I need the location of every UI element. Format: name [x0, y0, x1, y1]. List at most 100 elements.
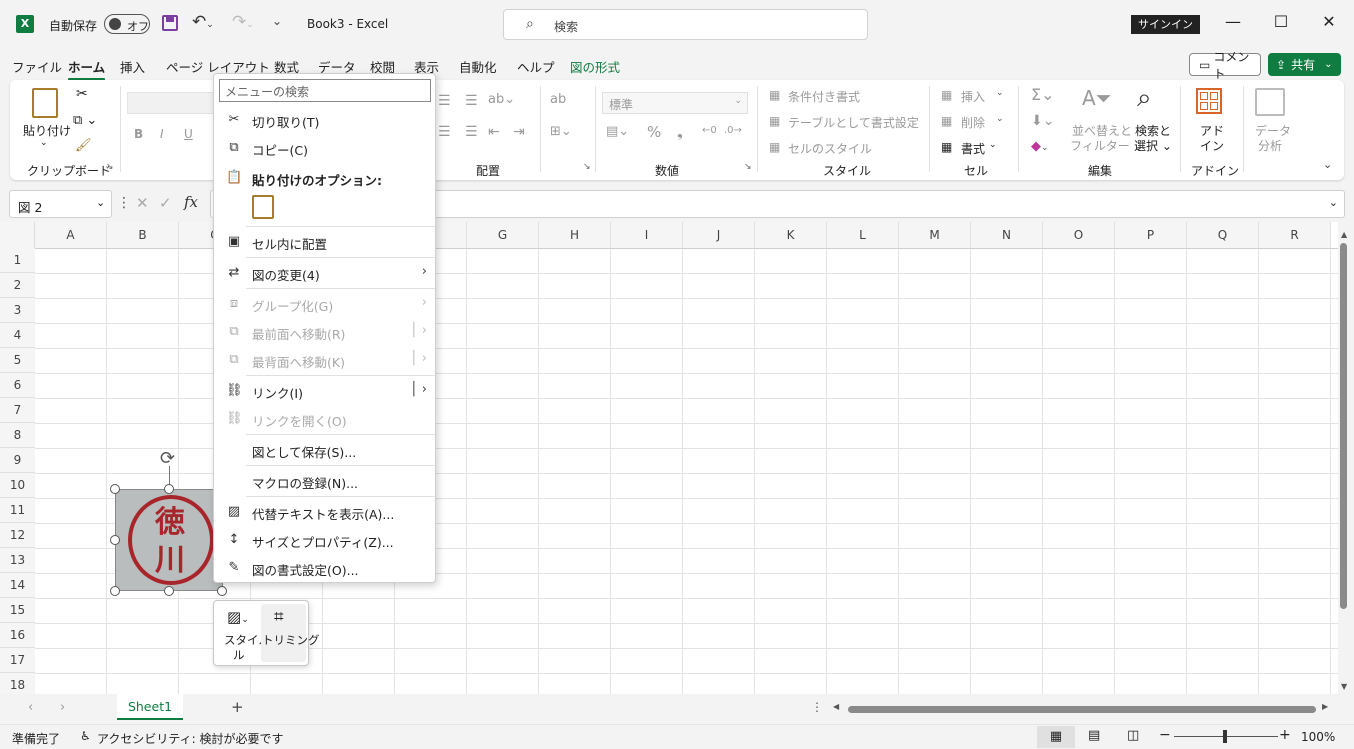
tab-file[interactable]: ファイル	[12, 57, 62, 76]
share-button[interactable]: ⇪ 共有 ⌄	[1268, 53, 1341, 76]
number-launcher-icon[interactable]: ↘	[744, 162, 752, 172]
format-cells-icon[interactable]: ▦	[941, 140, 952, 154]
resize-handle[interactable]	[110, 586, 120, 596]
tab-insert[interactable]: 挿入	[120, 57, 145, 76]
row-header[interactable]: 13	[0, 548, 35, 573]
style-button[interactable]: ▨⌄ スタイル ル	[217, 604, 270, 662]
menu-item-change-picture[interactable]: ⇄ 図の変更(4) ›	[214, 260, 435, 286]
sheet-tab-sheet1[interactable]: Sheet1	[117, 694, 183, 720]
menu-item-send-back[interactable]: ⧉ 最背面へ移動(K) │ ›	[214, 347, 435, 373]
menu-item-cut[interactable]: ✂ 切り取り(T)	[214, 107, 435, 133]
indent-increase-icon[interactable]: ⇥	[513, 124, 525, 140]
align-right-icon[interactable]: ☰	[465, 124, 478, 140]
resize-handle[interactable]	[164, 484, 174, 494]
conditional-formatting-icon[interactable]: ▦	[769, 88, 780, 102]
currency-icon[interactable]: ▤⌄	[606, 124, 629, 139]
number-format-select[interactable]: 標準 ⌄	[602, 92, 748, 114]
increase-decimal-icon[interactable]: ←0	[702, 125, 717, 136]
zoom-in-icon[interactable]: +	[1279, 727, 1291, 743]
column-header[interactable]: O	[1043, 222, 1115, 248]
delete-cells-label[interactable]: 削除	[961, 114, 985, 131]
sheet-prev-icon[interactable]: ‹	[28, 700, 33, 715]
merge-center-icon[interactable]: ⊞⌄	[550, 124, 572, 139]
row-header[interactable]: 3	[0, 298, 35, 323]
decrease-decimal-icon[interactable]: .0→	[724, 125, 742, 136]
search-box[interactable]: ⌕ 検索	[503, 9, 868, 40]
row-header[interactable]: 15	[0, 598, 35, 623]
signin-button[interactable]: サインイン	[1131, 15, 1200, 34]
scroll-right-icon[interactable]: ▶	[1322, 702, 1328, 711]
row-header[interactable]: 16	[0, 623, 35, 648]
menu-item-save-as-picture[interactable]: 図として保存(S)...	[214, 437, 435, 463]
data-analysis-label-2[interactable]: 分析	[1258, 137, 1282, 154]
spreadsheet-grid[interactable]: ABCDEFGHIJKLMNOPQR 123456789101112131415…	[0, 222, 1338, 694]
insert-cells-icon[interactable]: ▦	[941, 88, 952, 102]
column-header[interactable]: A	[35, 222, 107, 248]
comment-button[interactable]: ▭ コメント	[1189, 50, 1261, 81]
tab-picture-format[interactable]: 図の形式	[570, 57, 620, 76]
add-sheet-icon[interactable]: +	[231, 698, 244, 716]
scroll-left-icon[interactable]: ◀	[833, 702, 839, 711]
format-cells-label[interactable]: 書式	[961, 140, 985, 157]
customize-qat-icon[interactable]: ⌄	[272, 14, 282, 28]
sheet-next-icon[interactable]: ›	[60, 700, 65, 715]
column-header[interactable]: J	[683, 222, 755, 248]
column-header[interactable]: K	[755, 222, 827, 248]
tab-help[interactable]: ヘルプ	[517, 57, 555, 76]
menu-item-bring-front[interactable]: ⧉ 最前面へ移動(R) │ ›	[214, 319, 435, 345]
row-header[interactable]: 18	[0, 673, 35, 694]
zoom-level[interactable]: 100%	[1301, 730, 1335, 744]
clipboard-launcher-icon[interactable]: ↘	[106, 162, 114, 172]
menu-item-link[interactable]: ⛓ リンク(I) │ ›	[214, 378, 435, 404]
sort-filter-label-2[interactable]: フィルター ⌄	[1070, 137, 1144, 154]
row-header[interactable]: 10	[0, 473, 35, 498]
data-analysis-icon[interactable]	[1255, 88, 1285, 116]
resize-handle[interactable]	[110, 535, 120, 545]
alignment-launcher-icon[interactable]: ↘	[583, 162, 591, 172]
row-header[interactable]: 17	[0, 648, 35, 673]
select-all-button[interactable]	[0, 222, 35, 248]
row-header[interactable]: 9	[0, 448, 35, 473]
more-options-icon[interactable]: ⋮	[811, 700, 823, 714]
percent-icon[interactable]: %	[647, 123, 661, 141]
fill-icon[interactable]: ⬇⌄	[1031, 113, 1054, 129]
redo-icon[interactable]: ↷⌄	[232, 12, 254, 32]
addins-label-2[interactable]: イン	[1200, 137, 1224, 154]
font-name-box[interactable]	[127, 92, 217, 114]
column-header[interactable]: L	[827, 222, 899, 248]
row-header[interactable]: 7	[0, 398, 35, 423]
minimize-icon[interactable]: —	[1218, 12, 1248, 31]
align-middle-icon[interactable]: ☰	[438, 93, 451, 109]
autosum-icon[interactable]: Σ⌄	[1031, 85, 1055, 104]
row-header[interactable]: 8	[0, 423, 35, 448]
copy-icon[interactable]: ⧉ ⌄	[73, 113, 97, 128]
orientation-icon[interactable]: ab⌄	[488, 92, 515, 107]
insert-cells-label[interactable]: 挿入	[961, 88, 985, 105]
cell-styles-icon[interactable]: ▦	[769, 140, 780, 154]
page-layout-view-icon[interactable]: ▤	[1088, 728, 1100, 743]
normal-view-icon[interactable]: ▦	[1037, 726, 1075, 748]
delete-cells-icon[interactable]: ▦	[941, 114, 952, 128]
paste-label[interactable]: 貼り付け	[23, 122, 71, 139]
row-header[interactable]: 6	[0, 373, 35, 398]
row-header[interactable]: 2	[0, 273, 35, 298]
align-center-icon[interactable]: ☰	[438, 124, 451, 140]
row-header[interactable]: 12	[0, 523, 35, 548]
zoom-slider-thumb[interactable]	[1223, 730, 1227, 743]
indent-decrease-icon[interactable]: ⇤	[488, 124, 500, 140]
column-header[interactable]: B	[107, 222, 179, 248]
accessibility-icon[interactable]: ♿	[80, 729, 91, 743]
sort-filter-icon[interactable]: A⏷	[1082, 86, 1112, 110]
insert-function-button[interactable]: fx	[184, 193, 198, 211]
horizontal-scroll-thumb[interactable]	[848, 706, 1316, 713]
cancel-icon[interactable]: ✕	[136, 194, 149, 212]
collapse-ribbon-icon[interactable]: ⌄	[1323, 158, 1332, 171]
find-select-label-2[interactable]: 選択 ⌄	[1134, 137, 1172, 154]
chevron-down-icon[interactable]: ⌄	[989, 140, 997, 150]
zoom-out-icon[interactable]: −	[1159, 727, 1171, 743]
menu-item-group[interactable]: ⧈ グループ化(G) ›	[214, 291, 435, 317]
row-header[interactable]: 11	[0, 498, 35, 523]
column-header[interactable]: P	[1115, 222, 1187, 248]
row-header[interactable]: 1	[0, 248, 35, 273]
row-header[interactable]: 4	[0, 323, 35, 348]
